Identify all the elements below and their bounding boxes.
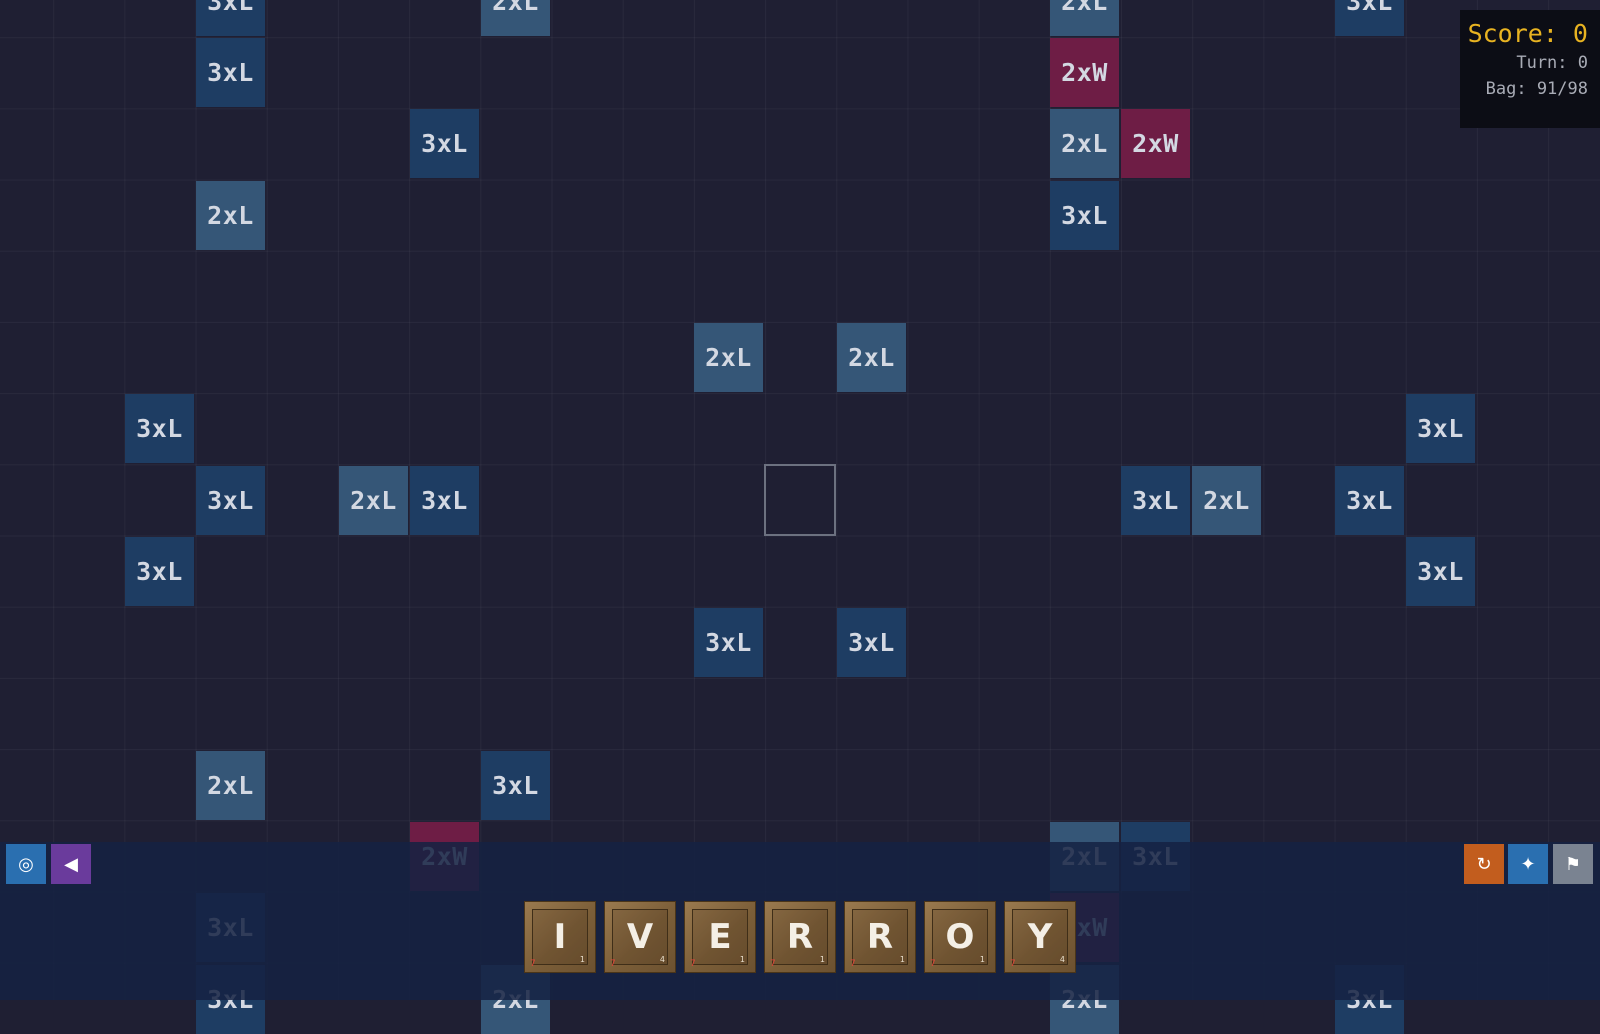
- center-square[interactable]: [764, 464, 836, 536]
- tile-value: 4: [1059, 955, 1065, 964]
- refresh-icon: ↻: [1476, 853, 1492, 875]
- tile-count: 7: [1010, 959, 1016, 969]
- rack-tile[interactable]: E 7 1: [684, 901, 756, 973]
- tile-count: 7: [770, 959, 776, 969]
- flag-button[interactable]: ⚑: [1553, 844, 1593, 884]
- triple-letter-square[interactable]: 3xL: [125, 537, 194, 606]
- bag-text: Bag: 91/98: [1485, 79, 1588, 99]
- triple-letter-square[interactable]: 3xL: [1050, 181, 1119, 250]
- triple-letter-square[interactable]: 3xL: [410, 109, 479, 178]
- tile-count: 7: [610, 959, 616, 969]
- tile-count: 7: [850, 959, 856, 969]
- score-text: Score: 0: [1467, 19, 1588, 48]
- double-letter-square[interactable]: 2xL: [837, 323, 906, 392]
- recenter-button[interactable]: ◎: [6, 844, 46, 884]
- triple-letter-square[interactable]: 3xL: [125, 394, 194, 463]
- triple-letter-square[interactable]: 3xL: [196, 466, 265, 535]
- rack-tile[interactable]: O 7 1: [924, 901, 996, 973]
- tile-value: 1: [819, 955, 825, 964]
- rack-tile[interactable]: R 7 1: [764, 901, 836, 973]
- rack-tile[interactable]: R 7 1: [844, 901, 916, 973]
- triple-letter-square[interactable]: 3xL: [1121, 466, 1190, 535]
- tile-value: 1: [899, 955, 905, 964]
- rack-tile[interactable]: I 7 1: [524, 901, 596, 973]
- double-letter-square[interactable]: 2xL: [196, 181, 265, 250]
- double-letter-square[interactable]: 2xL: [1192, 466, 1261, 535]
- double-letter-square[interactable]: 2xL: [694, 323, 763, 392]
- hint-button[interactable]: ✦: [1508, 844, 1548, 884]
- rack-tile[interactable]: V 7 4: [604, 901, 676, 973]
- turn-text: Turn: 0: [1516, 53, 1588, 73]
- double-letter-square[interactable]: 2xL: [481, 0, 550, 36]
- double-letter-square[interactable]: 2xL: [1050, 0, 1119, 36]
- double-letter-square[interactable]: 2xL: [1050, 109, 1119, 178]
- tile-value: 1: [739, 955, 745, 964]
- triple-letter-square[interactable]: 3xL: [1335, 0, 1404, 36]
- double-letter-square[interactable]: 2xL: [196, 751, 265, 820]
- target-icon: ◎: [18, 853, 34, 875]
- triple-letter-square[interactable]: 3xL: [694, 608, 763, 677]
- tile-value: 1: [979, 955, 985, 964]
- back-arrow-icon: ◀: [64, 853, 78, 875]
- refresh-button[interactable]: ↻: [1464, 844, 1504, 884]
- triple-letter-square[interactable]: 3xL: [196, 0, 265, 36]
- triple-letter-square[interactable]: 3xL: [1406, 537, 1475, 606]
- triple-letter-square[interactable]: 3xL: [1335, 466, 1404, 535]
- score-panel: Score: 0 Turn: 0 Bag: 91/98: [1460, 10, 1600, 128]
- tile-count: 7: [690, 959, 696, 969]
- double-word-square[interactable]: 2xW: [1121, 109, 1190, 178]
- flag-icon: ⚑: [1564, 853, 1582, 875]
- triple-letter-square[interactable]: 3xL: [410, 466, 479, 535]
- tile-count: 7: [930, 959, 936, 969]
- double-word-square[interactable]: 2xW: [1050, 38, 1119, 107]
- tile-value: 4: [659, 955, 665, 964]
- triple-letter-square[interactable]: 3xL: [837, 608, 906, 677]
- tile-value: 1: [579, 955, 585, 964]
- back-button[interactable]: ◀: [51, 844, 91, 884]
- triple-letter-square[interactable]: 3xL: [1406, 394, 1475, 463]
- tile-count: 7: [530, 959, 536, 969]
- triple-letter-square[interactable]: 3xL: [481, 751, 550, 820]
- rack-tile[interactable]: Y 7 4: [1004, 901, 1076, 973]
- sparkle-icon: ✦: [1520, 853, 1536, 875]
- double-letter-square[interactable]: 2xL: [339, 466, 408, 535]
- triple-letter-square[interactable]: 3xL: [196, 38, 265, 107]
